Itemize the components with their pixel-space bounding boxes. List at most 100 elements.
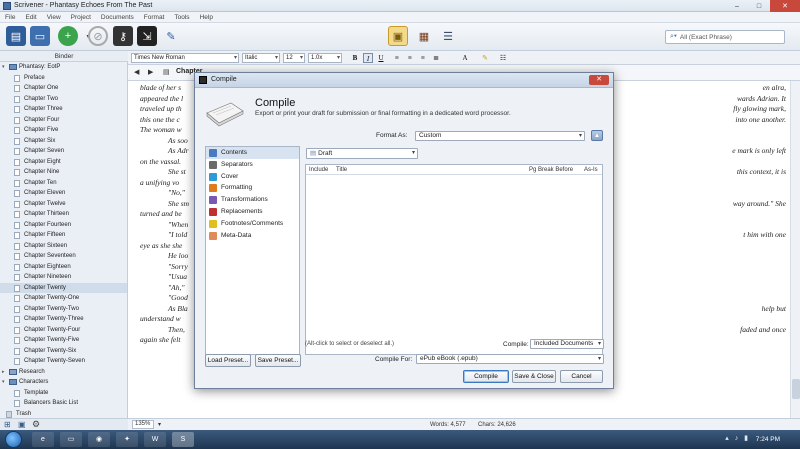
menu-edit[interactable]: Edit: [20, 14, 41, 21]
binder-item[interactable]: Chapter Nine: [0, 167, 127, 178]
add-folder-icon[interactable]: ⊞: [4, 420, 11, 429]
binder-item[interactable]: Chapter Twenty-One: [0, 293, 127, 304]
binder-toggle-icon[interactable]: ▤: [6, 26, 26, 46]
binder-item[interactable]: Chapter Six: [0, 136, 127, 147]
collapse-icon[interactable]: ▾: [2, 377, 5, 388]
binder-item[interactable]: Chapter Nineteen: [0, 272, 127, 283]
editor-scrollbar[interactable]: [790, 81, 800, 418]
add-document-icon[interactable]: +: [58, 26, 78, 46]
load-preset-button[interactable]: Load Preset...: [205, 354, 251, 367]
column-pg-break[interactable]: Pg Break Before: [529, 165, 573, 175]
explorer-icon[interactable]: ▭: [60, 432, 82, 447]
menu-project[interactable]: Project: [66, 14, 96, 21]
binder-item[interactable]: Chapter Five: [0, 125, 127, 136]
binder-item[interactable]: Chapter Eight: [0, 157, 127, 168]
delete-icon[interactable]: ⊘: [88, 26, 108, 46]
compile-for-select[interactable]: ePub eBook (.epub) ▾: [416, 354, 604, 364]
zoom-select[interactable]: 135%: [132, 420, 154, 429]
binder-characters[interactable]: ▾ Characters: [0, 377, 127, 388]
ie-icon[interactable]: e: [32, 432, 54, 447]
expand-options-icon[interactable]: ▲: [591, 130, 603, 141]
binder-item[interactable]: Balancers Basic List: [0, 398, 127, 409]
collections-icon[interactable]: ▭: [30, 26, 50, 46]
app-icon[interactable]: ✦: [116, 432, 138, 447]
system-tray-icons[interactable]: ▴ ♪ ▮: [725, 434, 750, 442]
binder-item[interactable]: Chapter Thirteen: [0, 209, 127, 220]
binder-item[interactable]: Chapter Four: [0, 115, 127, 126]
compile-option-meta-data[interactable]: Meta-Data: [206, 230, 299, 242]
binder-item[interactable]: Chapter Twenty-Two: [0, 304, 127, 315]
binder-item[interactable]: Chapter Twenty-Four: [0, 325, 127, 336]
back-arrow-icon[interactable]: ◀: [134, 68, 139, 76]
binder-item[interactable]: Chapter Sixteen: [0, 241, 127, 252]
binder-item[interactable]: Chapter Twenty-Three: [0, 314, 127, 325]
compile-option-transformations[interactable]: Transformations: [206, 194, 299, 206]
binder-item[interactable]: Template: [0, 388, 127, 399]
corkboard-view-icon[interactable]: ▦: [414, 26, 434, 46]
binder-item[interactable]: Chapter Fourteen: [0, 220, 127, 231]
binder-item[interactable]: Chapter Seven: [0, 146, 127, 157]
word-icon[interactable]: W: [144, 432, 166, 447]
binder-item[interactable]: Chapter Seventeen: [0, 251, 127, 262]
menu-tools[interactable]: Tools: [169, 14, 194, 21]
binder-research[interactable]: ▸ Research: [0, 367, 127, 378]
underline-button[interactable]: U: [376, 53, 386, 63]
binder-item[interactable]: Chapter Two: [0, 94, 127, 105]
column-as-is[interactable]: As-Is: [584, 165, 598, 175]
binder-item[interactable]: Chapter One: [0, 83, 127, 94]
draft-select[interactable]: ▤ Draft ▾: [306, 148, 418, 159]
bold-button[interactable]: B: [350, 53, 360, 63]
new-document-icon[interactable]: ▣: [18, 420, 26, 429]
compile-option-formatting[interactable]: Formatting: [206, 182, 299, 194]
font-family-select[interactable]: Times New Roman: [131, 53, 239, 63]
menu-format[interactable]: Format: [139, 14, 170, 21]
italic-button[interactable]: I: [363, 53, 373, 63]
format-as-select[interactable]: Custom ▾: [415, 131, 585, 141]
align-center-icon[interactable]: ≡: [405, 53, 415, 63]
binder-item[interactable]: Preface: [0, 73, 127, 84]
binder-item[interactable]: Chapter Twelve: [0, 199, 127, 210]
dialog-close-icon[interactable]: ✕: [589, 75, 609, 85]
compile-option-replacements[interactable]: Replacements: [206, 206, 299, 218]
contents-table[interactable]: Include Title Pg Break Before As-Is: [305, 164, 603, 355]
column-include[interactable]: Include: [309, 165, 328, 175]
compile-button[interactable]: Compile: [463, 370, 509, 383]
binder-item[interactable]: Chapter Twenty-Seven: [0, 356, 127, 367]
compile-option-separators[interactable]: Separators: [206, 159, 299, 171]
minimize-button[interactable]: –: [726, 0, 748, 12]
expand-icon[interactable]: ▸: [2, 367, 5, 378]
compile-icon[interactable]: ⇲: [137, 26, 157, 46]
font-size-select[interactable]: 12: [283, 53, 305, 63]
highlight-icon[interactable]: ✎: [480, 53, 490, 63]
quickref-icon[interactable]: ✎: [161, 26, 181, 46]
binder-item[interactable]: Chapter Three: [0, 104, 127, 115]
text-color-icon[interactable]: A: [460, 53, 470, 63]
menu-file[interactable]: File: [0, 14, 20, 21]
binder-item[interactable]: Chapter Twenty: [0, 282, 127, 293]
search-input[interactable]: ⌕▾ All (Exact Phrase): [665, 30, 785, 44]
list-icon[interactable]: ☷: [498, 53, 508, 63]
cancel-button[interactable]: Cancel: [560, 370, 603, 383]
maximize-button[interactable]: □: [748, 0, 770, 12]
menu-documents[interactable]: Documents: [96, 14, 139, 21]
keywords-icon[interactable]: ⚷: [113, 26, 133, 46]
align-right-icon[interactable]: ≡: [418, 53, 428, 63]
align-left-icon[interactable]: ≡: [392, 53, 402, 63]
outliner-view-icon[interactable]: ☰: [438, 26, 458, 46]
close-window-button[interactable]: ✕: [770, 0, 800, 12]
binder-item[interactable]: Chapter Twenty-Five: [0, 335, 127, 346]
binder-item[interactable]: Chapter Eleven: [0, 188, 127, 199]
scrollbar-thumb[interactable]: [792, 379, 800, 399]
compile-option-footnotes-comments[interactable]: Footnotes/Comments: [206, 218, 299, 230]
binder-item[interactable]: Chapter Twenty-Six: [0, 346, 127, 357]
binder-root[interactable]: ▾ Phantasy: EotP: [0, 62, 127, 73]
binder-item[interactable]: Chapter Eighteen: [0, 262, 127, 273]
binder-item[interactable]: Chapter Ten: [0, 178, 127, 189]
forward-arrow-icon[interactable]: ▶: [148, 68, 153, 76]
binder-item[interactable]: Chapter Fifteen: [0, 230, 127, 241]
chrome-icon[interactable]: ◉: [88, 432, 110, 447]
column-title[interactable]: Title: [336, 165, 347, 175]
menu-view[interactable]: View: [42, 14, 66, 21]
align-justify-icon[interactable]: ≣: [431, 53, 441, 63]
clock[interactable]: 7:24 PM: [756, 430, 780, 449]
